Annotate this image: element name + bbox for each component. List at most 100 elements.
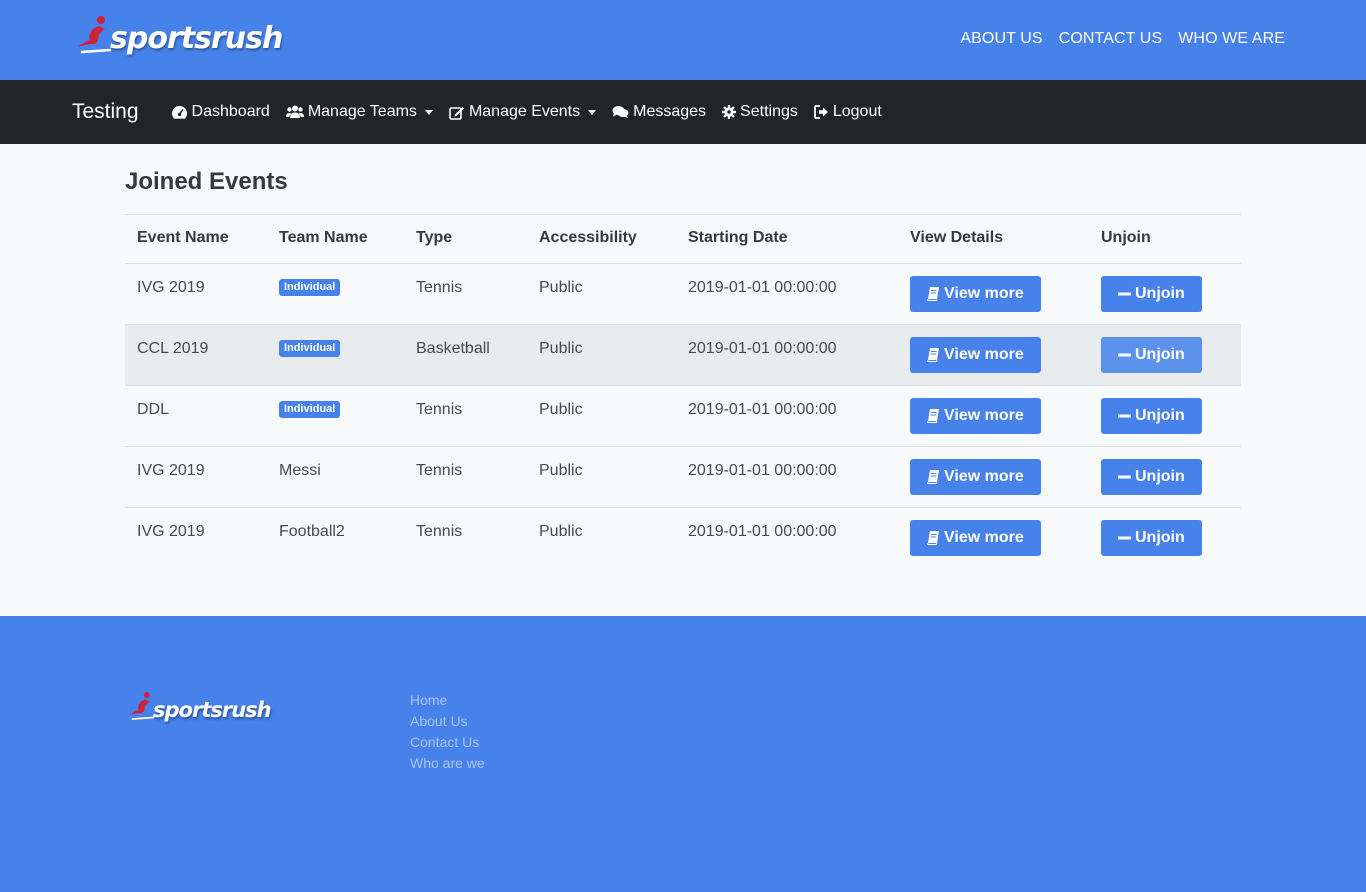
unjoin-button[interactable]: Unjoin	[1101, 276, 1202, 312]
top-link-about-us[interactable]: ABOUT US	[960, 30, 1042, 48]
type-cell: Tennis	[404, 385, 527, 447]
event-name-cell: IVG 2019	[125, 446, 267, 508]
book-icon	[927, 348, 939, 362]
top-links: ABOUT US CONTACT US WHO WE ARE	[960, 30, 1285, 48]
minus-icon	[1118, 475, 1131, 479]
minus-icon	[1118, 414, 1131, 418]
book-icon	[927, 287, 939, 301]
unjoin-button[interactable]: Unjoin	[1101, 520, 1202, 556]
footer-link-who-are-we[interactable]: Who are we	[410, 753, 485, 774]
logout-icon	[813, 105, 828, 119]
table-row: IVG 2019 Messi Tennis Public 2019-01-01 …	[125, 446, 1241, 508]
dashboard-icon	[171, 105, 187, 119]
starting-date-cell: 2019-01-01 00:00:00	[676, 263, 898, 325]
top-link-contact-us[interactable]: CONTACT US	[1059, 30, 1163, 48]
table-header-row: Event Name Team Name Type Accessibility …	[125, 214, 1241, 264]
view-details-cell: View more	[898, 324, 1089, 386]
users-icon	[285, 105, 304, 118]
column-header-accessibility: Accessibility	[527, 214, 676, 264]
comments-icon	[612, 106, 629, 118]
view-more-button[interactable]: View more	[910, 276, 1041, 312]
view-more-button[interactable]: View more	[910, 520, 1041, 556]
type-cell: Tennis	[416, 523, 463, 540]
top-link-who-we-are[interactable]: WHO WE ARE	[1178, 30, 1285, 48]
view-more-label: View more	[944, 468, 1024, 485]
starting-date-cell: 2019-01-01 00:00:00	[676, 385, 898, 447]
unjoin-cell: Unjoin	[1089, 385, 1241, 447]
nav-manage-teams[interactable]: Manage Teams	[285, 103, 433, 121]
team-name-cell: Individual	[267, 385, 404, 447]
footer-links: Home About Us Contact Us Who are we	[410, 690, 485, 774]
type-cell: Tennis	[404, 263, 527, 325]
column-header-view-details: View Details	[898, 214, 1089, 264]
book-icon	[927, 470, 939, 484]
accessibility-cell: Public	[527, 324, 676, 386]
team-badge: Individual	[279, 340, 341, 358]
view-more-label: View more	[944, 285, 1024, 302]
nav-dashboard[interactable]: Dashboard	[171, 103, 270, 121]
starting-date-cell: 2019-01-01 00:00:00	[676, 324, 898, 386]
nav-logout[interactable]: Logout	[813, 103, 882, 121]
top-header: sportsrush ABOUT US CONTACT US WHO WE AR…	[0, 0, 1366, 80]
column-header-type: Type	[404, 214, 527, 264]
event-name-cell: IVG 2019	[137, 523, 205, 540]
table-row: CCL 2019 Individual Basketball Public 20…	[125, 324, 1241, 386]
footer-logo[interactable]: sportsrush	[128, 690, 272, 724]
view-details-cell: View more	[898, 263, 1089, 325]
main-navbar: Testing Dashboard Manage Teams Manage Ev…	[0, 80, 1366, 144]
view-more-label: View more	[944, 529, 1024, 546]
starting-date-cell: 2019-01-01 00:00:00	[688, 523, 837, 540]
footer-logo-text: sportsrush	[153, 698, 272, 722]
team-name-cell: Messi	[267, 446, 404, 508]
view-details-cell: View more	[898, 508, 1089, 569]
book-icon	[927, 531, 939, 545]
footer-link-home[interactable]: Home	[410, 690, 485, 711]
book-icon	[927, 409, 939, 423]
nav-messages[interactable]: Messages	[612, 103, 706, 121]
unjoin-label: Unjoin	[1135, 346, 1185, 363]
gear-icon	[722, 105, 737, 119]
event-name-cell: CCL 2019	[125, 324, 267, 386]
footer-link-contact-us[interactable]: Contact Us	[410, 732, 485, 753]
nav-manage-events[interactable]: Manage Events	[449, 103, 597, 121]
unjoin-cell: Unjoin	[1089, 446, 1241, 508]
nav-settings[interactable]: Settings	[722, 103, 798, 121]
chevron-down-icon	[424, 109, 433, 115]
nav-manage-teams-label: Manage Teams	[307, 103, 417, 120]
edit-icon	[449, 106, 464, 120]
footer-link-about-us[interactable]: About Us	[410, 711, 485, 732]
table-row: DDL Individual Tennis Public 2019-01-01 …	[125, 385, 1241, 447]
column-header-team-name: Team Name	[267, 214, 404, 264]
page-title: Joined Events	[125, 168, 288, 195]
nav-logout-label: Logout	[832, 103, 882, 120]
chevron-down-icon	[588, 109, 597, 115]
view-more-button[interactable]: View more	[910, 337, 1041, 373]
team-name-cell: Individual	[267, 263, 404, 325]
logo-text: sportsrush	[110, 21, 283, 56]
navbar-brand[interactable]: Testing	[72, 100, 139, 124]
minus-icon	[1118, 353, 1131, 357]
column-header-unjoin: Unjoin	[1089, 214, 1241, 264]
view-more-button[interactable]: View more	[910, 398, 1041, 434]
unjoin-button[interactable]: Unjoin	[1101, 398, 1202, 434]
type-cell: Basketball	[404, 324, 527, 386]
unjoin-cell: Unjoin	[1089, 508, 1241, 569]
view-more-button[interactable]: View more	[910, 459, 1041, 495]
nav-dashboard-label: Dashboard	[191, 103, 270, 120]
table-row: IVG 2019 Individual Tennis Public 2019-0…	[125, 263, 1241, 325]
unjoin-button[interactable]: Unjoin	[1101, 459, 1202, 495]
team-badge: Individual	[279, 401, 341, 419]
unjoin-label: Unjoin	[1135, 529, 1185, 546]
view-details-cell: View more	[898, 385, 1089, 447]
accessibility-cell: Public	[527, 263, 676, 325]
event-name-cell: DDL	[125, 385, 267, 447]
sportsrush-logo[interactable]: sportsrush	[76, 14, 283, 58]
footer: sportsrush Home About Us Contact Us Who …	[0, 616, 1366, 892]
minus-icon	[1118, 536, 1131, 540]
column-header-starting-date: Starting Date	[676, 214, 898, 264]
accessibility-cell: Public	[527, 446, 676, 508]
nav-settings-label: Settings	[740, 103, 798, 120]
starting-date-cell: 2019-01-01 00:00:00	[676, 446, 898, 508]
event-name-cell: IVG 2019	[125, 263, 267, 325]
unjoin-button[interactable]: Unjoin	[1101, 337, 1202, 373]
